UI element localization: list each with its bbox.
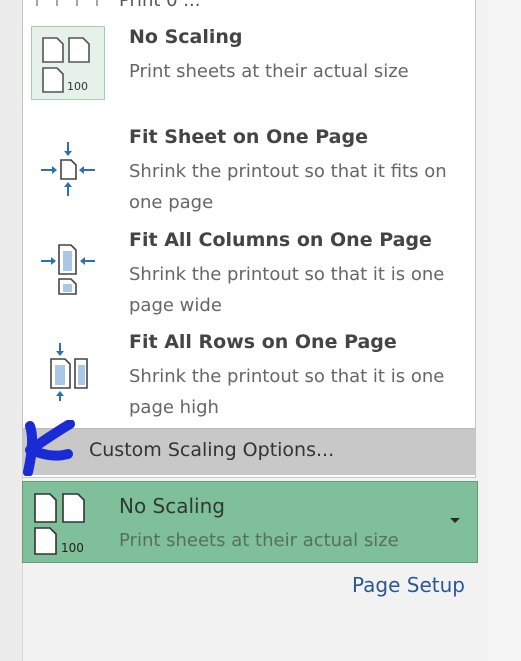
option-no-scaling[interactable]: 100 No Scaling Print sheets at their act… — [23, 22, 475, 108]
scaling-selector-icon-number: 100 — [61, 541, 84, 555]
option-description: Shrink the printout so that it is one pa… — [129, 366, 445, 418]
option-description: Shrink the printout so that it is one pa… — [129, 264, 445, 316]
option-fit-all-columns[interactable]: Fit All Columns on One Page Shrink the p… — [23, 225, 475, 321]
fit-sheet-icon — [31, 132, 105, 206]
custom-scaling-label: Custom Scaling Options... — [89, 439, 335, 461]
option-description: Print sheets at their actual size — [129, 61, 409, 82]
no-scaling-icon-number: 100 — [67, 80, 88, 93]
fit-columns-icon — [31, 231, 105, 305]
scaling-dropdown-menu: Print 0 ... 100 No Scaling Print sheets … — [22, 0, 476, 478]
scaling-selector-title: No Scaling — [119, 494, 225, 518]
partial-menu-item[interactable]: Print 0 ... — [119, 0, 200, 11]
scaling-selector[interactable]: 100 No Scaling Print sheets at their act… — [22, 481, 478, 563]
option-title: Fit All Rows on One Page — [129, 331, 397, 353]
option-fit-all-rows[interactable]: Fit All Rows on One Page Shrink the prin… — [23, 327, 475, 423]
option-fit-sheet-on-one-page[interactable]: Fit Sheet on One Page Shrink the printou… — [23, 122, 475, 218]
option-title: Fit Sheet on One Page — [129, 126, 368, 148]
scaling-selector-description: Print sheets at their actual size — [119, 530, 399, 551]
partial-item-icon — [36, 0, 98, 6]
page-setup-link[interactable]: Page Setup — [352, 573, 465, 597]
no-scaling-icon: 100 — [31, 26, 105, 100]
blue-annotation-mark — [23, 420, 75, 476]
left-panel-edge — [0, 0, 23, 661]
no-scaling-icon: 100 — [34, 493, 85, 555]
option-title: Fit All Columns on One Page — [129, 229, 432, 251]
option-title: No Scaling — [129, 26, 243, 48]
right-panel-edge — [488, 0, 521, 661]
chevron-down-icon[interactable] — [447, 512, 463, 528]
fit-rows-icon — [31, 335, 105, 409]
option-description: Shrink the printout so that it fits on o… — [129, 161, 447, 213]
